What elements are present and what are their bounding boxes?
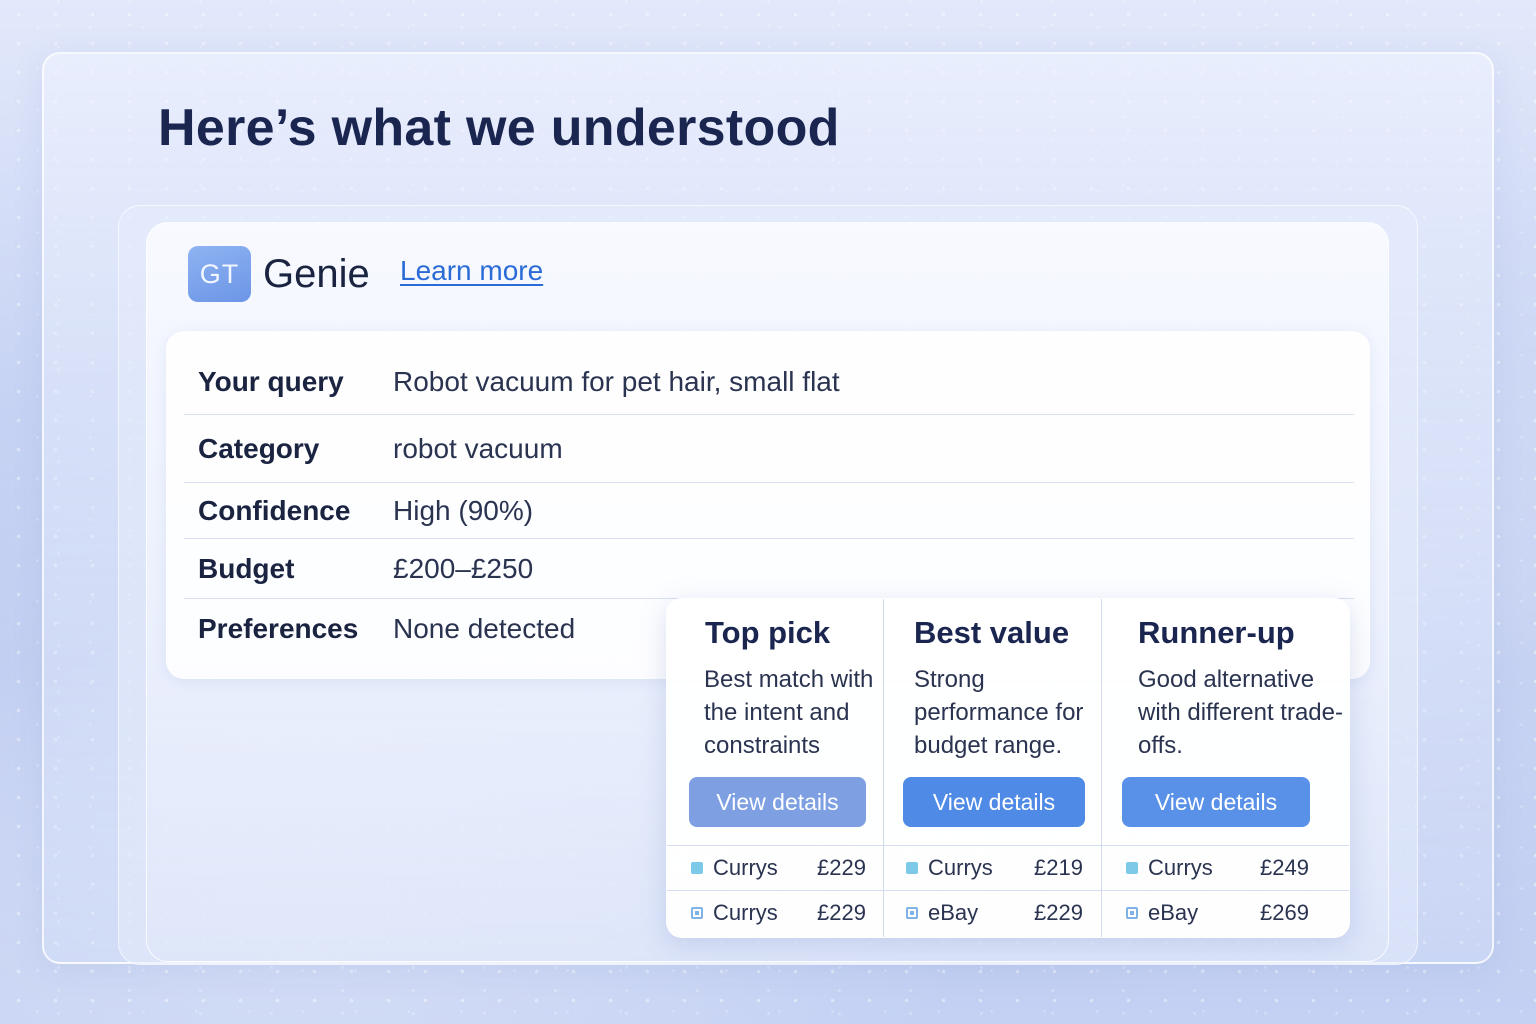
view-details-button[interactable]: View details	[1122, 777, 1310, 827]
info-label: Preferences	[198, 613, 359, 644]
page-title: Here’s what we understood	[158, 99, 840, 157]
learn-more-link[interactable]: Learn more	[400, 255, 543, 287]
pick-title: Top pick	[705, 615, 831, 650]
offer-row[interactable]: eBay £229	[884, 890, 1101, 935]
offer-row[interactable]: Currys £229	[667, 845, 883, 890]
store-square-icon	[691, 862, 703, 874]
brand-header: GT Genie	[188, 246, 370, 302]
info-row-budget: Budget £200–£250	[184, 539, 1354, 599]
offer-row[interactable]: eBay £269	[1102, 890, 1349, 935]
pick-column-best-value: Best value Strong performance for budget…	[884, 599, 1102, 937]
info-value: High (90%)	[393, 494, 534, 526]
offer-row[interactable]: Currys £249	[1102, 845, 1349, 890]
offer-store: Currys	[928, 855, 993, 880]
info-row-confidence: Confidence High (90%)	[184, 483, 1354, 539]
info-value: None detected	[393, 613, 576, 644]
store-box-icon	[906, 907, 918, 919]
info-label: Budget	[198, 552, 295, 584]
pick-description: Good alternative with different trade-of…	[1138, 666, 1343, 759]
pick-column-top-pick: Top pick Best match with the intent and …	[667, 599, 884, 937]
brand-name: Genie	[263, 251, 370, 296]
info-value: £200–£250	[393, 552, 534, 584]
recommendation-card: Top pick Best match with the intent and …	[666, 598, 1350, 938]
store-box-icon	[691, 907, 703, 919]
info-row-query: Your query Robot vacuum for pet hair, sm…	[184, 349, 1354, 415]
view-details-button[interactable]: View details	[903, 777, 1085, 827]
offer-price: £229	[1034, 900, 1083, 925]
info-label: Your query	[198, 365, 344, 397]
info-label: Confidence	[198, 494, 351, 526]
view-details-button[interactable]: View details	[689, 777, 866, 827]
pick-description: Strong performance for budget range.	[914, 666, 1084, 759]
offer-price: £249	[1260, 855, 1309, 880]
store-box-icon	[1126, 907, 1138, 919]
store-square-icon	[906, 862, 918, 874]
offer-store: Currys	[1148, 855, 1213, 880]
info-label: Category	[198, 432, 320, 464]
pick-column-runner-up: Runner-up Good alternative with differen…	[1102, 599, 1349, 937]
offer-row[interactable]: Currys £229	[667, 890, 883, 935]
offer-price: £269	[1260, 900, 1309, 925]
offer-price: £219	[1034, 855, 1083, 880]
pick-title: Runner-up	[1138, 615, 1295, 650]
info-value: Robot vacuum for pet hair, small flat	[393, 365, 840, 397]
offer-store: Currys	[713, 855, 778, 880]
info-value: robot vacuum	[393, 432, 563, 464]
offer-store: eBay	[928, 900, 979, 925]
pick-description: Best match with the intent and constrain…	[704, 666, 874, 759]
genie-logo-icon: GT	[188, 246, 251, 302]
offer-row[interactable]: Currys £219	[884, 845, 1101, 890]
offer-store: eBay	[1148, 900, 1199, 925]
pick-title: Best value	[914, 615, 1070, 650]
info-row-category: Category robot vacuum	[184, 415, 1354, 483]
store-square-icon	[1126, 862, 1138, 874]
offer-price: £229	[817, 900, 866, 925]
offer-price: £229	[817, 855, 866, 880]
offer-store: Currys	[713, 900, 778, 925]
